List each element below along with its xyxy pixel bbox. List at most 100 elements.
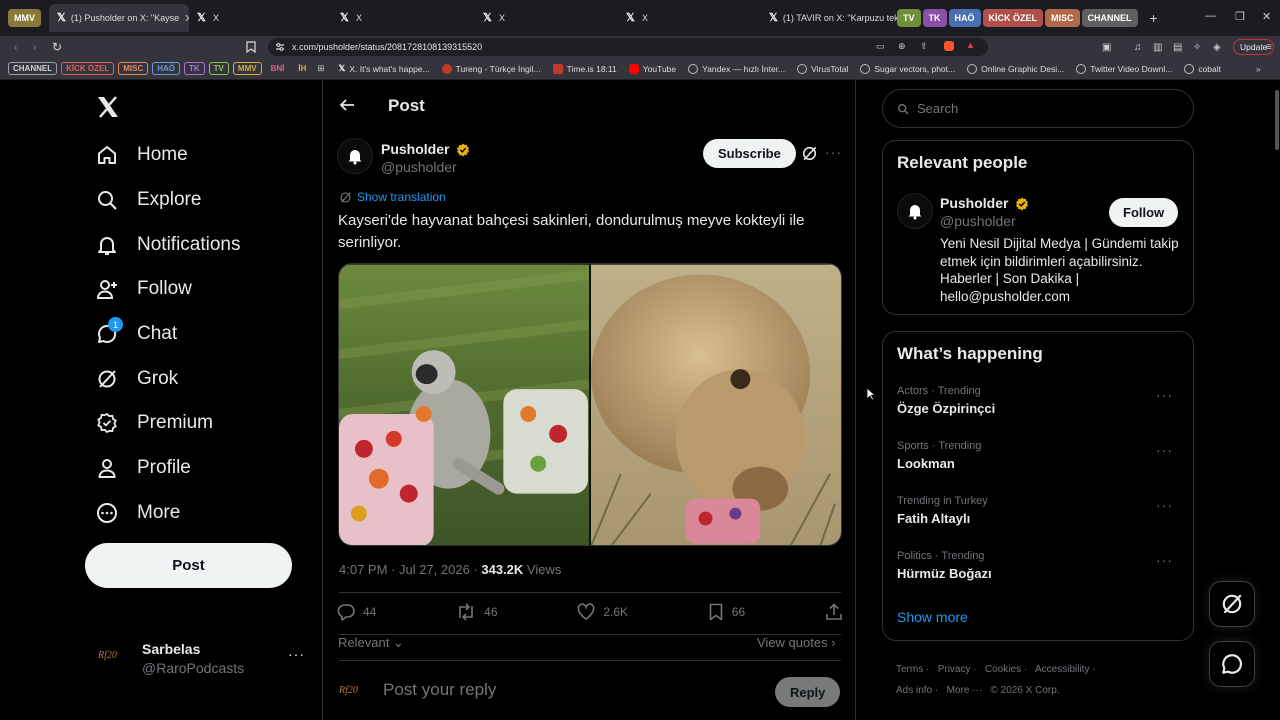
wallet-icon[interactable]: ▤ [1173,42,1182,53]
bookmark-youtube[interactable]: YouTube [628,63,676,74]
bookmark-group-misc[interactable]: MISC [118,62,149,75]
minimize-icon[interactable]: — [1205,10,1216,22]
cast-icon[interactable]: ▭ [876,41,885,52]
bookmark-button[interactable]: 66 [708,603,745,621]
tab-x-5[interactable]: 𝕏X [618,4,761,32]
bookmark-virustotal[interactable]: VirusTotal [797,63,848,74]
sidebar-item-explore[interactable]: Explore [96,189,201,211]
footer-ads-info[interactable]: Ads info [896,685,932,696]
window-close-icon[interactable]: ✕ [1262,10,1271,23]
tab-x-4[interactable]: 𝕏X [475,4,618,32]
sidebar-item-grok[interactable]: Grok [96,368,178,390]
tab-group-misc[interactable]: MISC [1045,9,1080,27]
tab-x-3[interactable]: 𝕏X [332,4,475,32]
subscribe-button[interactable]: Subscribe [703,139,796,168]
tab-group-kick-ozel[interactable]: KİCK ÖZEL [982,9,1044,27]
sidebar-item-home[interactable]: Home [96,144,188,166]
bookmark-yandex[interactable]: Yandex — hızlı İnter... [688,63,785,74]
trend-more-icon[interactable]: ··· [1156,552,1173,568]
back-icon[interactable]: ‹ [14,42,17,53]
share-icon[interactable]: ⇪ [920,41,928,52]
reply-input[interactable]: Post your reply [383,680,496,700]
tab-group-mmv[interactable]: MMV [8,9,41,27]
like-button[interactable]: 2.6K [577,603,628,621]
address-bar[interactable]: x.com/pusholder/status/20817281081393155… [268,38,988,56]
tab-group-tv[interactable]: TV [897,9,921,27]
bookmark-group-mmv[interactable]: MMV [232,62,262,75]
repost-button[interactable]: 46 [456,603,498,621]
bookmark-timeis[interactable]: Time.is 18:11 [552,63,617,74]
sidebar-item-premium[interactable]: Premium [96,412,213,434]
sidebar-item-follow[interactable]: Follow [96,278,192,300]
account-menu-icon[interactable]: ··· [288,646,305,662]
trend-item[interactable]: Trending in Turkey Fatih Altaylı ··· [897,495,1181,526]
bookmark-group-kick-ozel[interactable]: KİCK ÖZEL [61,62,115,75]
author-handle[interactable]: @pusholder [381,159,457,175]
trend-more-icon[interactable]: ··· [1156,442,1173,458]
bookmark-group-ih[interactable]: İH [293,62,311,75]
trend-more-icon[interactable]: ··· [1156,497,1173,513]
apps-grid-icon[interactable]: ⊞ [317,63,324,74]
footer-more[interactable]: More ··· [947,685,983,696]
share-button[interactable] [825,603,843,621]
sidebar-toggle-icon[interactable]: ▣ [1102,42,1111,53]
bookmark-x[interactable]: 𝕏 X. It's what's happe... [338,63,429,74]
bookmark-cobalt[interactable]: cobalt [1184,63,1221,74]
grok-fab-button[interactable] [1209,581,1255,627]
sidebar-item-profile[interactable]: Profile [96,457,191,479]
bookmarks-overflow-icon[interactable]: » [1256,64,1261,74]
trend-item[interactable]: Politics · Trending Hürmüz Boğazı ··· [897,550,1181,581]
brave-shield-icon[interactable] [944,41,954,53]
bookmark-tureng[interactable]: Tureng - Türkçe İngil... [441,63,541,74]
footer-cookies[interactable]: Cookies [985,664,1021,675]
leo-icon[interactable]: ✧ [1193,42,1201,53]
vpn-icon[interactable]: ◈ [1213,42,1221,53]
trend-item[interactable]: Actors · Trending Özge Özpirinçci ··· [897,385,1181,416]
show-translation-link[interactable]: Show translation [339,190,446,204]
sidebar-item-notifications[interactable]: Notifications [96,234,241,256]
person-avatar[interactable] [897,193,933,229]
forward-icon[interactable]: › [33,42,36,53]
more-options-icon[interactable]: ··· [825,144,842,160]
author-avatar[interactable] [337,138,373,174]
post-button[interactable]: Post [85,543,292,588]
author-name-row[interactable]: Pusholder [381,141,470,157]
person-name-row[interactable]: Pusholder [940,195,1029,211]
sort-relevant-dropdown[interactable]: Relevant ⌄ [338,635,404,651]
brave-rewards-icon[interactable]: ▲ [966,40,975,50]
show-more-link[interactable]: Show more [897,609,968,625]
bookmark-sugar[interactable]: Sugar vectors, phot... [860,63,955,74]
x-logo-icon[interactable] [96,95,120,119]
split-view-icon[interactable]: ▥ [1153,42,1162,53]
tab-group-hao[interactable]: HAÖ [948,9,981,27]
restore-icon[interactable]: ❐ [1235,10,1245,23]
bookmark-group-tk[interactable]: TK [184,62,205,75]
grok-explain-icon[interactable] [801,145,818,162]
bookmark-online-graphic[interactable]: Online Graphic Desi... [967,63,1064,74]
reply-button[interactable]: 44 [337,603,376,621]
page-scrollbar[interactable] [1275,90,1279,150]
footer-terms[interactable]: Terms [896,664,923,675]
view-quotes-link[interactable]: View quotes › [757,635,836,650]
bear-photo[interactable] [590,264,841,546]
footer-privacy[interactable]: Privacy [938,664,971,675]
new-tab-icon[interactable]: + [1150,10,1158,26]
bookmark-group-tv[interactable]: TV [208,62,229,75]
zoom-icon[interactable]: ⊕ [898,41,906,52]
trend-more-icon[interactable]: ··· [1156,387,1173,403]
footer-accessibility[interactable]: Accessibility [1035,664,1089,675]
account-switcher[interactable]: Rf20 Sarbelas @RaroPodcasts ··· [96,638,308,678]
media-icon[interactable]: ♫ [1134,42,1142,53]
trend-item[interactable]: Sports · Trending Lookman ··· [897,440,1181,471]
search-input[interactable]: Search [882,89,1194,128]
back-arrow-icon[interactable] [339,97,355,113]
tab-group-tk[interactable]: TK [922,9,947,27]
follow-button[interactable]: Follow [1109,198,1179,227]
sidebar-item-chat[interactable]: 1 Chat [96,317,177,345]
bookmark-group-bni[interactable]: BNİ [266,62,290,75]
reload-icon[interactable]: ↻ [52,40,62,54]
site-settings-icon[interactable] [275,42,285,52]
tab-tavir[interactable]: 𝕏 (1) TAVIR on X: "Karpuzu tek ha [761,4,897,32]
bookmark-group-hao[interactable]: HAÖ [152,62,180,75]
monkey-photo[interactable] [339,264,589,546]
